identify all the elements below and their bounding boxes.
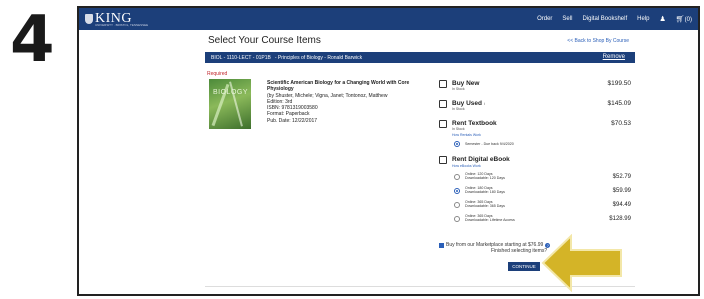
- rent-textbook-label: Rent Textbook: [452, 120, 497, 127]
- cart-count: (0): [684, 17, 692, 23]
- nav-sell[interactable]: Sell: [562, 16, 572, 22]
- user-icon[interactable]: ♟: [659, 15, 665, 23]
- buy-new-checkbox[interactable]: [439, 80, 447, 88]
- how-rentals-work-link[interactable]: How Rentals Work: [452, 133, 481, 137]
- rent-ebook-checkbox[interactable]: [439, 156, 447, 164]
- nav-order[interactable]: Order: [537, 16, 552, 22]
- buy-used-stock: In Stock: [452, 107, 465, 111]
- ebook-choice-price: $59.99: [612, 188, 631, 194]
- ebook-choice-radio[interactable]: [454, 216, 460, 222]
- cart-button[interactable]: 🛒︎(0): [676, 15, 692, 23]
- step-number: 4: [10, 3, 55, 77]
- nav-help[interactable]: Help: [637, 16, 649, 22]
- ebook-choice-line2: Downloadable: 365 Days: [465, 204, 505, 209]
- back-to-shop-link[interactable]: << Back to Shop By Course: [567, 38, 629, 44]
- yellow-arrow-icon: [541, 234, 622, 292]
- rental-term-label: Semester - Due back 9/4/2020: [465, 142, 514, 146]
- top-nav-bar: KING UNIVERSITY · BRISTOL, TENNESSEE Ord…: [79, 8, 698, 30]
- ebook-choice-label: Online: 365 Days Downloadable: 365 Days: [465, 200, 505, 209]
- rent-textbook-checkbox[interactable]: [439, 120, 447, 128]
- ebook-choice-line2: Downloadable: 120 Days: [465, 176, 505, 181]
- cart-icon: 🛒︎: [675, 16, 685, 23]
- page-title: Select Your Course Items: [208, 35, 321, 46]
- buy-used-label-row: Buy Used i: [452, 100, 485, 107]
- heading-row: Select Your Course Items << Back to Shop…: [205, 30, 635, 52]
- how-ebooks-work-link[interactable]: How eBooks Work: [452, 164, 481, 168]
- ebook-choice-price: $52.79: [612, 174, 631, 180]
- buy-new-label: Buy New: [452, 80, 480, 87]
- ebook-choice-radio[interactable]: [454, 174, 460, 180]
- logo-subtext: UNIVERSITY · BRISTOL, TENNESSEE: [95, 23, 149, 27]
- option-buy-new: Buy New In Stock $199.50: [439, 80, 639, 100]
- finished-prompt: Finished selecting items?: [491, 248, 548, 254]
- book-cover-image: BIOLOGY: [209, 79, 251, 129]
- buy-new-price: $199.50: [607, 80, 632, 87]
- book-details: Scientific American Biology for a Changi…: [267, 80, 417, 124]
- rental-term-radio[interactable]: [454, 141, 460, 147]
- option-buy-used: Buy Used i In Stock $145.09: [439, 100, 639, 120]
- course-title: - Principles of Biology - Ronald Barwick: [274, 54, 363, 61]
- main-nav: Order Sell Digital Bookshelf Help ♟ 🛒︎(0…: [537, 8, 692, 30]
- buy-new-stock: In Stock: [452, 87, 465, 91]
- marketplace-checkbox[interactable]: [439, 242, 444, 248]
- required-label: Required: [207, 71, 228, 77]
- browser-frame: KING UNIVERSITY · BRISTOL, TENNESSEE Ord…: [77, 6, 700, 296]
- remove-course-link[interactable]: Remove: [603, 54, 625, 60]
- option-rent-textbook: Rent Textbook In Stock How Rentals Work …: [439, 120, 639, 154]
- ebook-choice-radio[interactable]: [454, 188, 460, 194]
- main-content: Select Your Course Items << Back to Shop…: [205, 30, 635, 248]
- rent-textbook-stock: In Stock: [452, 127, 465, 131]
- continue-button[interactable]: CONTINUE: [508, 262, 540, 271]
- ebook-choice-line2: Downloadable: 180 Days: [465, 190, 505, 195]
- ebook-choice-price: $94.49: [612, 202, 631, 208]
- ebook-choice-line2: Downloadable: Lifetime Access: [465, 218, 515, 223]
- course-code: BIOL - 1110-LECT - 01P1B: [211, 54, 271, 61]
- ebook-choice-label: Online: 365 Days Downloadable: Lifetime A…: [465, 214, 515, 223]
- shield-icon: [85, 14, 93, 24]
- book-cover-title: BIOLOGY: [213, 89, 249, 96]
- buy-used-checkbox[interactable]: [439, 100, 447, 108]
- rent-ebook-label: Rent Digital eBook: [452, 156, 510, 163]
- ebook-choice-label: Online: 180 Days Downloadable: 180 Days: [465, 186, 505, 195]
- ebook-choice-label: Online: 120 Days Downloadable: 120 Days: [465, 172, 505, 181]
- course-bar: BIOL - 1110-LECT - 01P1B - Principles of…: [205, 52, 635, 63]
- nav-digital-bookshelf[interactable]: Digital Bookshelf: [582, 16, 627, 22]
- rent-textbook-price: $70.53: [611, 120, 631, 127]
- buy-used-price: $145.09: [607, 100, 632, 107]
- ebook-choice-radio[interactable]: [454, 202, 460, 208]
- info-icon[interactable]: i: [484, 101, 485, 106]
- ebook-choice-price: $128.99: [609, 216, 631, 222]
- buy-used-label: Buy Used: [452, 100, 482, 107]
- book-pub-date: Pub. Date: 12/22/2017: [267, 117, 318, 124]
